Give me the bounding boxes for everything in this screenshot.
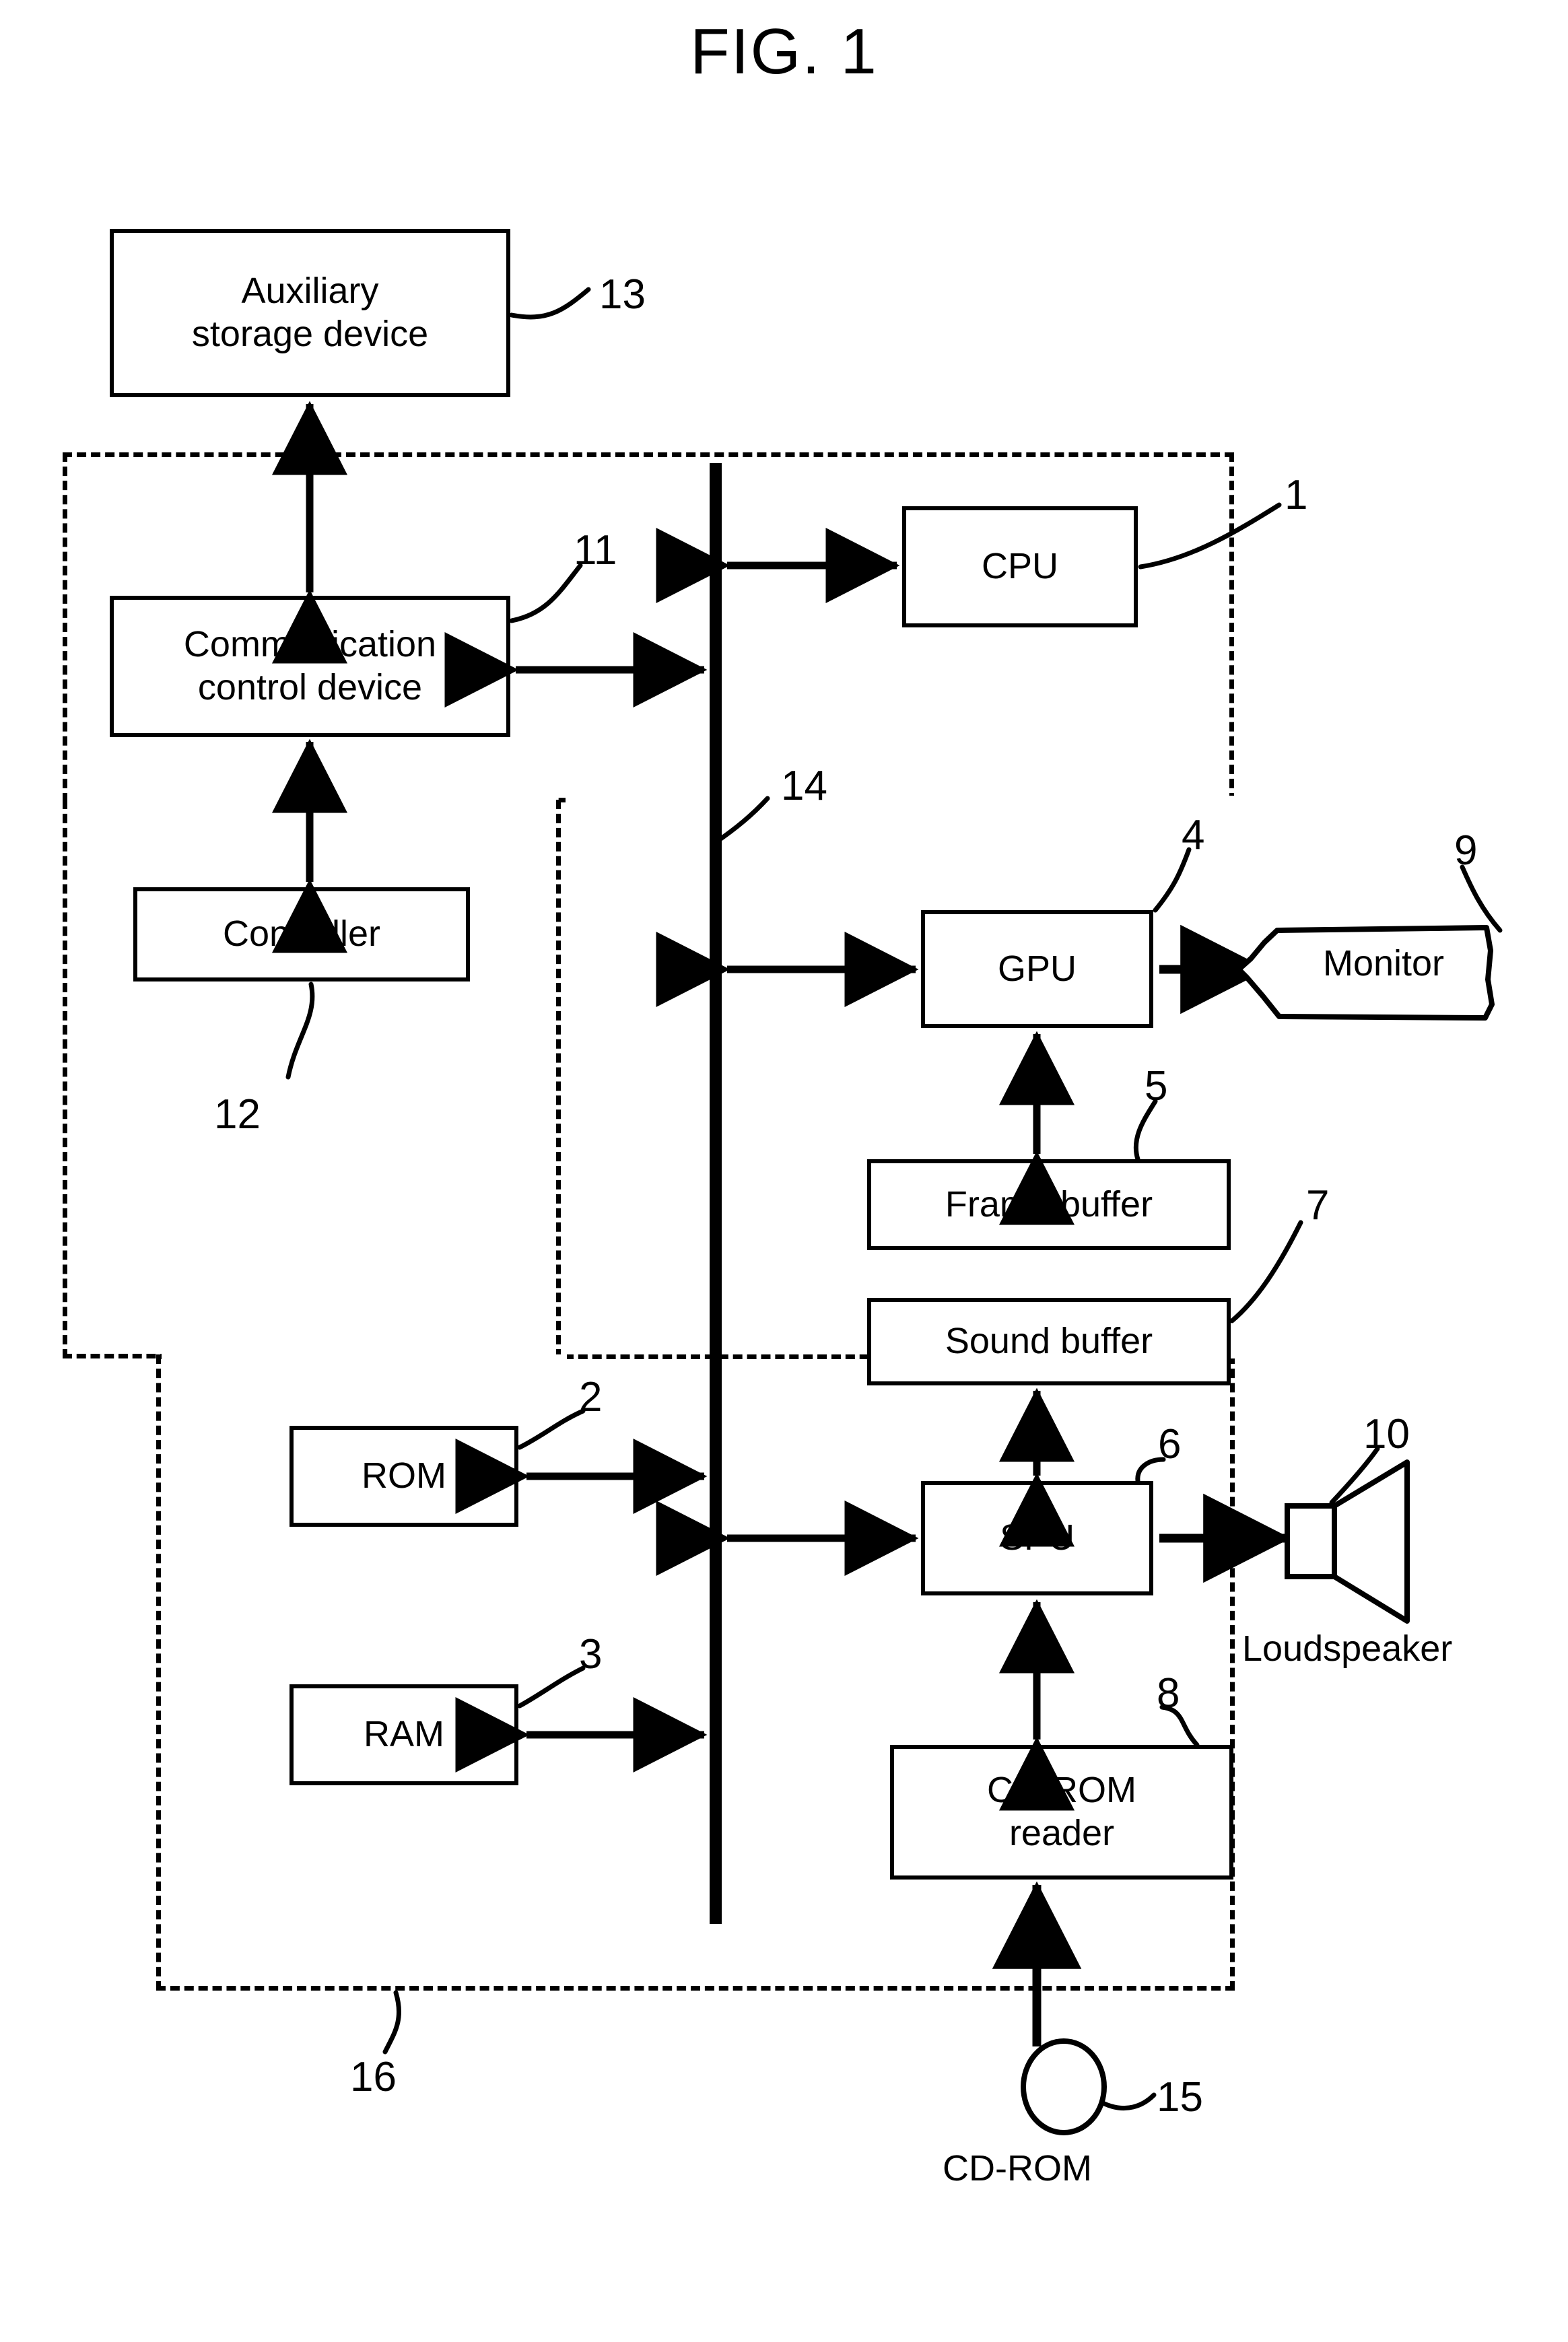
ref-number-6: 6 [1158,1421,1182,1468]
ref-number-9: 9 [1454,827,1478,874]
block-cpu[interactable]: CPU [902,506,1138,627]
ref-number-5: 5 [1145,1063,1168,1109]
ref-number-16: 16 [350,2054,397,2100]
block-frame-buffer[interactable]: Frame buffer [867,1159,1231,1250]
block-communication-control-device[interactable]: Communication control device [110,596,510,737]
mask-seg-e [556,1354,567,1365]
auxiliary-storage-label-line1: Auxiliary [241,271,379,312]
ref-number-11: 11 [574,527,617,574]
page-title: FIG. 1 [690,15,878,88]
leader-13 [509,287,591,320]
block-ram[interactable]: RAM [289,1684,518,1785]
cdrom-reader-label-line2: reader [1009,1813,1115,1853]
cdrom-disc-shape [1021,2038,1107,2135]
system-bus [710,463,722,1924]
ram-label: RAM [364,1714,444,1755]
ref-number-15: 15 [1157,2074,1203,2121]
rom-label: ROM [362,1455,446,1496]
dashed-enclosure-controller-section [63,800,561,1358]
ref-number-4: 4 [1182,812,1205,858]
mask-seg-a [67,796,556,806]
communication-control-label-line2: control device [197,667,423,708]
controller-label: Controller [222,914,381,955]
ref-number-14: 14 [781,763,827,809]
mask-seg-b [566,796,1239,806]
loudspeaker-label: Loudspeaker [1242,1628,1453,1669]
ref-number-7: 7 [1306,1182,1330,1229]
cdrom-disc-label: CD-ROM [943,2148,1092,2189]
block-spu[interactable]: SPU [921,1481,1153,1595]
cpu-label: CPU [981,546,1058,587]
monitor-label: Monitor [1322,943,1445,984]
ref-number-13: 13 [599,271,646,318]
ref-number-1: 1 [1285,472,1308,518]
leader-15 [1100,2092,1157,2110]
cdrom-reader-label-line1: CD-ROM [987,1770,1136,1811]
ref-number-12: 12 [214,1091,261,1138]
block-rom[interactable]: ROM [289,1426,518,1527]
frame-buffer-label: Frame buffer [945,1183,1153,1225]
communication-control-label-line1: Communication [183,624,437,665]
block-sound-buffer[interactable]: Sound buffer [867,1298,1231,1385]
figure-canvas: FIG. 1 Auxiliary storage device Communic… [0,0,1568,2342]
leader-7 [1229,1220,1303,1323]
auxiliary-storage-label-line2: storage device [191,314,429,354]
leader-9 [1460,864,1503,933]
leader-16 [382,1990,401,2055]
ref-number-2: 2 [579,1374,603,1420]
block-auxiliary-storage-device[interactable]: Auxiliary storage device [110,229,510,397]
mask-seg-c [162,1350,556,1361]
gpu-label: GPU [997,948,1077,989]
block-cdrom-reader[interactable]: CD-ROM reader [890,1745,1233,1880]
mask-seg-d [1229,801,1240,1358]
ref-number-8: 8 [1157,1670,1180,1717]
loudspeaker-body [1285,1503,1337,1579]
loudspeaker-cone [1332,1459,1410,1624]
block-gpu[interactable]: GPU [921,910,1153,1028]
ref-number-10: 10 [1363,1411,1410,1457]
sound-buffer-label: Sound buffer [945,1321,1153,1362]
block-controller[interactable]: Controller [133,887,470,981]
spu-label: SPU [999,1517,1075,1558]
ref-number-3: 3 [579,1631,603,1678]
